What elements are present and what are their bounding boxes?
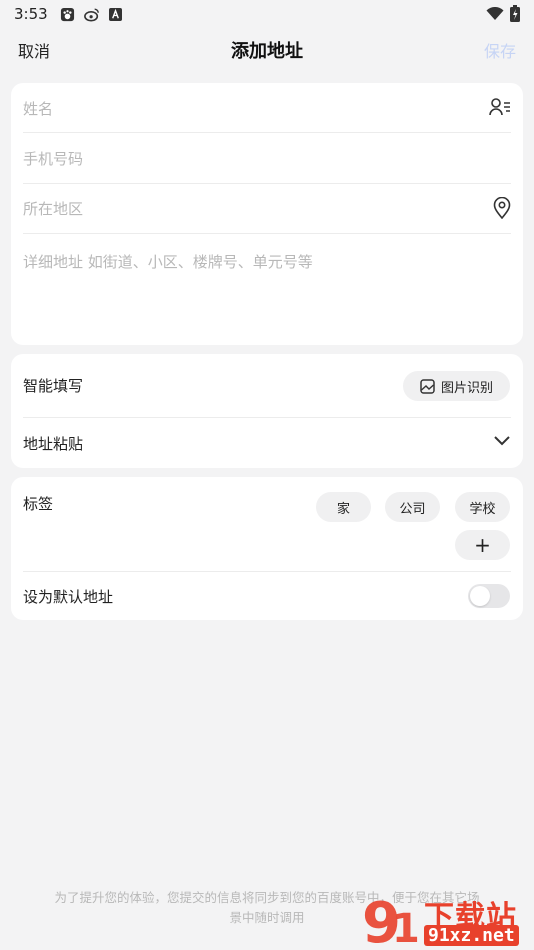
default-address-label: 设为默认地址 — [23, 587, 114, 606]
toggle-knob — [470, 586, 490, 606]
detail-address-field[interactable]: 详细地址 如街道、小区、楼牌号、单元号等 — [23, 245, 511, 277]
text-a-icon — [108, 6, 124, 22]
add-tag-button[interactable]: + — [455, 530, 510, 560]
image-scan-icon — [420, 378, 435, 394]
default-address-row: 设为默认地址 — [23, 572, 511, 620]
location-pin-icon[interactable] — [493, 197, 511, 219]
svg-text:1: 1 — [392, 906, 420, 948]
image-recognition-button[interactable]: 图片识别 — [403, 371, 510, 401]
chevron-down-icon[interactable] — [493, 435, 511, 447]
status-bar: 3:53 — [0, 0, 534, 28]
name-input[interactable]: 姓名 — [23, 98, 53, 119]
tag-school-button[interactable]: 学校 — [455, 492, 510, 522]
baidu-paw-icon — [60, 6, 76, 22]
battery-icon — [510, 5, 520, 26]
wifi-icon — [486, 6, 504, 25]
weibo-icon — [83, 6, 100, 22]
divider — [23, 233, 511, 234]
cancel-button[interactable]: 取消 — [18, 38, 50, 62]
region-input[interactable]: 所在地区 — [23, 198, 83, 219]
status-time: 3:53 — [14, 5, 48, 23]
save-button[interactable]: 保存 — [484, 38, 516, 62]
tags-card: 标签 家 公司 学校 + 设为默认地址 — [11, 477, 523, 620]
phone-input[interactable]: 手机号码 — [23, 148, 83, 169]
default-address-toggle[interactable] — [468, 584, 510, 608]
tag-home-button[interactable]: 家 — [316, 492, 371, 522]
contact-book-icon[interactable] — [489, 97, 511, 117]
page-title: 添加地址 — [231, 41, 303, 62]
address-paste-label: 地址粘贴 — [23, 434, 84, 453]
detail-address-input[interactable]: 详细地址 如街道、小区、楼牌号、单元号等 — [23, 251, 313, 272]
image-recognition-label: 图片识别 — [440, 380, 493, 396]
phone-field[interactable]: 手机号码 — [23, 133, 511, 183]
address-form-card: 姓名 手机号码 所在地区 详细地址 如街道、小区、楼牌号、单元号等 — [11, 83, 523, 345]
address-paste-row[interactable]: 地址粘贴 — [23, 418, 511, 468]
watermark-logo: 9 1 下载站 91xz.net — [362, 890, 532, 950]
tags-label: 标签 — [23, 494, 54, 513]
smart-fill-label: 智能填写 — [23, 377, 84, 395]
watermark-site: 91xz.net — [424, 925, 519, 946]
plus-icon: + — [474, 533, 491, 557]
name-field[interactable]: 姓名 — [23, 83, 511, 133]
tag-company-button[interactable]: 公司 — [385, 492, 440, 522]
region-field[interactable]: 所在地区 — [23, 183, 511, 233]
nav-bar: 取消 添加地址 保存 — [0, 28, 534, 72]
smart-fill-card: 智能填写 图片识别 地址粘贴 — [11, 354, 523, 468]
